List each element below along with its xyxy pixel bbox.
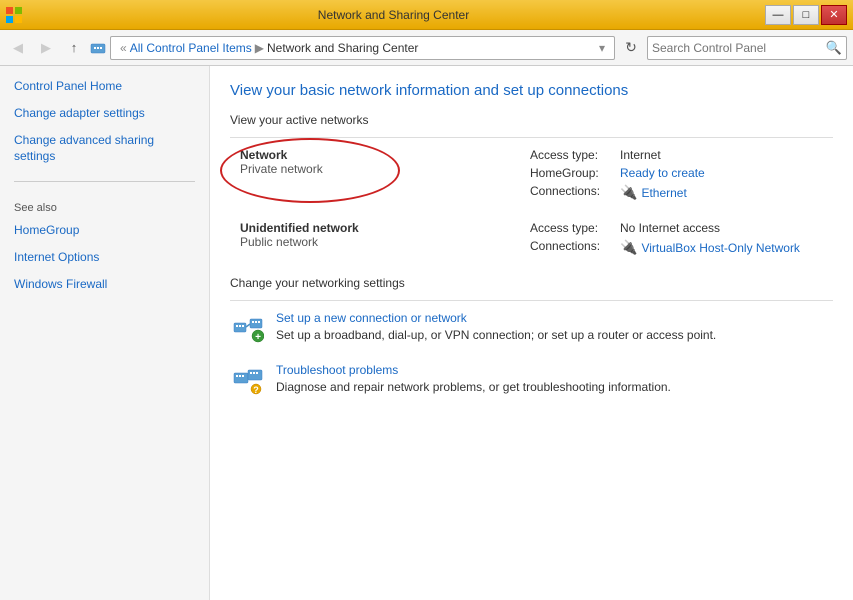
- sidebar-item-homegroup[interactable]: HomeGroup: [14, 222, 195, 239]
- sidebar-item-change-advanced-sharing[interactable]: Change advanced sharing settings: [14, 132, 195, 166]
- up-button[interactable]: ↑: [62, 36, 86, 60]
- main-layout: Control Panel Home Change adapter settin…: [0, 66, 853, 600]
- sidebar-item-internet-options[interactable]: Internet Options: [14, 249, 195, 266]
- refresh-button[interactable]: ↻: [619, 36, 643, 60]
- troubleshoot-desc: Diagnose and repair network problems, or…: [276, 380, 671, 394]
- location-icon: [90, 40, 106, 56]
- network-2-name: Unidentified network: [240, 221, 530, 235]
- network-1-conn-icon: 🔌: [620, 184, 637, 201]
- sidebar-item-windows-firewall[interactable]: Windows Firewall: [14, 276, 195, 293]
- app-icon: [6, 7, 22, 23]
- search-icon[interactable]: 🔍: [826, 40, 842, 56]
- network-1-homegroup-value[interactable]: Ready to create: [620, 166, 705, 180]
- title-bar: Network and Sharing Center — □ ✕: [0, 0, 853, 30]
- connections-label-2: Connections:: [530, 239, 620, 256]
- window-title: Network and Sharing Center: [22, 8, 765, 22]
- network-2-type: Public network: [240, 235, 530, 249]
- sidebar-divider: [14, 181, 195, 182]
- network-1-type: Private network: [240, 162, 323, 176]
- networking-settings-label: Change your networking settings: [230, 276, 833, 290]
- networking-settings-divider: [230, 300, 833, 301]
- breadcrumb-root[interactable]: All Control Panel Items: [130, 41, 252, 55]
- new-connection-icon: +: [230, 311, 266, 347]
- network-1-name-col: Network Private network: [230, 148, 530, 176]
- network-1-access-value: Internet: [620, 148, 661, 162]
- address-bar: ◀ ▶ ↑ « All Control Panel Items ▶ Networ…: [0, 30, 853, 66]
- new-connection-link[interactable]: Set up a new connection or network: [276, 311, 833, 325]
- active-networks-divider: [230, 137, 833, 138]
- network-2-conn-icon: 🔌: [620, 239, 637, 256]
- close-button[interactable]: ✕: [821, 5, 847, 25]
- sidebar-item-control-panel-home[interactable]: Control Panel Home: [14, 78, 195, 95]
- minimize-button[interactable]: —: [765, 5, 791, 25]
- access-type-label-2: Access type:: [530, 221, 620, 235]
- networking-settings-section: Change your networking settings: [230, 276, 833, 399]
- network-2-info-col: Access type: No Internet access Connecti…: [530, 221, 833, 260]
- search-input[interactable]: [652, 41, 826, 55]
- new-connection-text: Set up a new connection or network Set u…: [276, 311, 833, 342]
- troubleshoot-icon: ?: [230, 363, 266, 399]
- see-also-label: See also: [14, 202, 195, 214]
- sidebar-item-change-adapter[interactable]: Change adapter settings: [14, 105, 195, 122]
- network-2-connections-value[interactable]: 🔌VirtualBox Host-Only Network: [620, 239, 800, 256]
- breadcrumb-dropdown-icon: ▾: [599, 41, 605, 55]
- content-area: View your basic network information and …: [210, 66, 853, 600]
- breadcrumb-separator-1: «: [120, 41, 127, 55]
- breadcrumb-arrow: ▶: [255, 41, 264, 55]
- sidebar-see-also: See also HomeGroup Internet Options Wind…: [14, 202, 195, 292]
- network-1-connections-value[interactable]: 🔌Ethernet: [620, 184, 687, 201]
- network-2-name-col: Unidentified network Public network: [230, 221, 530, 249]
- troubleshoot-link[interactable]: Troubleshoot problems: [276, 363, 833, 377]
- breadcrumb-path[interactable]: « All Control Panel Items ▶ Network and …: [110, 36, 615, 60]
- action-new-connection: + Set up a new connection or network Set…: [230, 311, 833, 347]
- svg-text:+: +: [255, 332, 261, 343]
- troubleshoot-text: Troubleshoot problems Diagnose and repai…: [276, 363, 833, 394]
- search-box: 🔍: [647, 36, 847, 60]
- network-1-highlight-wrapper: Network Private network: [240, 148, 323, 176]
- network-1-name: Network: [240, 148, 323, 162]
- network-1-access-type-row: Access type: Internet: [530, 148, 833, 162]
- network-1-connections-row: Connections: 🔌Ethernet: [530, 184, 833, 201]
- svg-text:?: ?: [253, 385, 259, 395]
- action-troubleshoot: ? Troubleshoot problems Diagnose and rep…: [230, 363, 833, 399]
- network-1-info-col: Access type: Internet HomeGroup: Ready t…: [530, 148, 833, 205]
- back-button[interactable]: ◀: [6, 36, 30, 60]
- network-card-2: Unidentified network Public network Acce…: [230, 221, 833, 260]
- network-1-homegroup-row: HomeGroup: Ready to create: [530, 166, 833, 180]
- window-controls: — □ ✕: [765, 5, 847, 25]
- network-card-1: Network Private network Access type: Int…: [230, 148, 833, 205]
- network-2-access-type-row: Access type: No Internet access: [530, 221, 833, 235]
- connections-label-1: Connections:: [530, 184, 620, 201]
- page-title: View your basic network information and …: [230, 82, 833, 99]
- maximize-button[interactable]: □: [793, 5, 819, 25]
- network-2-access-value: No Internet access: [620, 221, 720, 235]
- sidebar: Control Panel Home Change adapter settin…: [0, 66, 210, 600]
- title-bar-left: [6, 7, 22, 23]
- forward-button[interactable]: ▶: [34, 36, 58, 60]
- access-type-label-1: Access type:: [530, 148, 620, 162]
- active-networks-label: View your active networks: [230, 113, 833, 127]
- homegroup-label-1: HomeGroup:: [530, 166, 620, 180]
- network-2-connections-row: Connections: 🔌VirtualBox Host-Only Netwo…: [530, 239, 833, 256]
- new-connection-desc: Set up a broadband, dial-up, or VPN conn…: [276, 328, 716, 342]
- breadcrumb-current: Network and Sharing Center: [267, 41, 418, 55]
